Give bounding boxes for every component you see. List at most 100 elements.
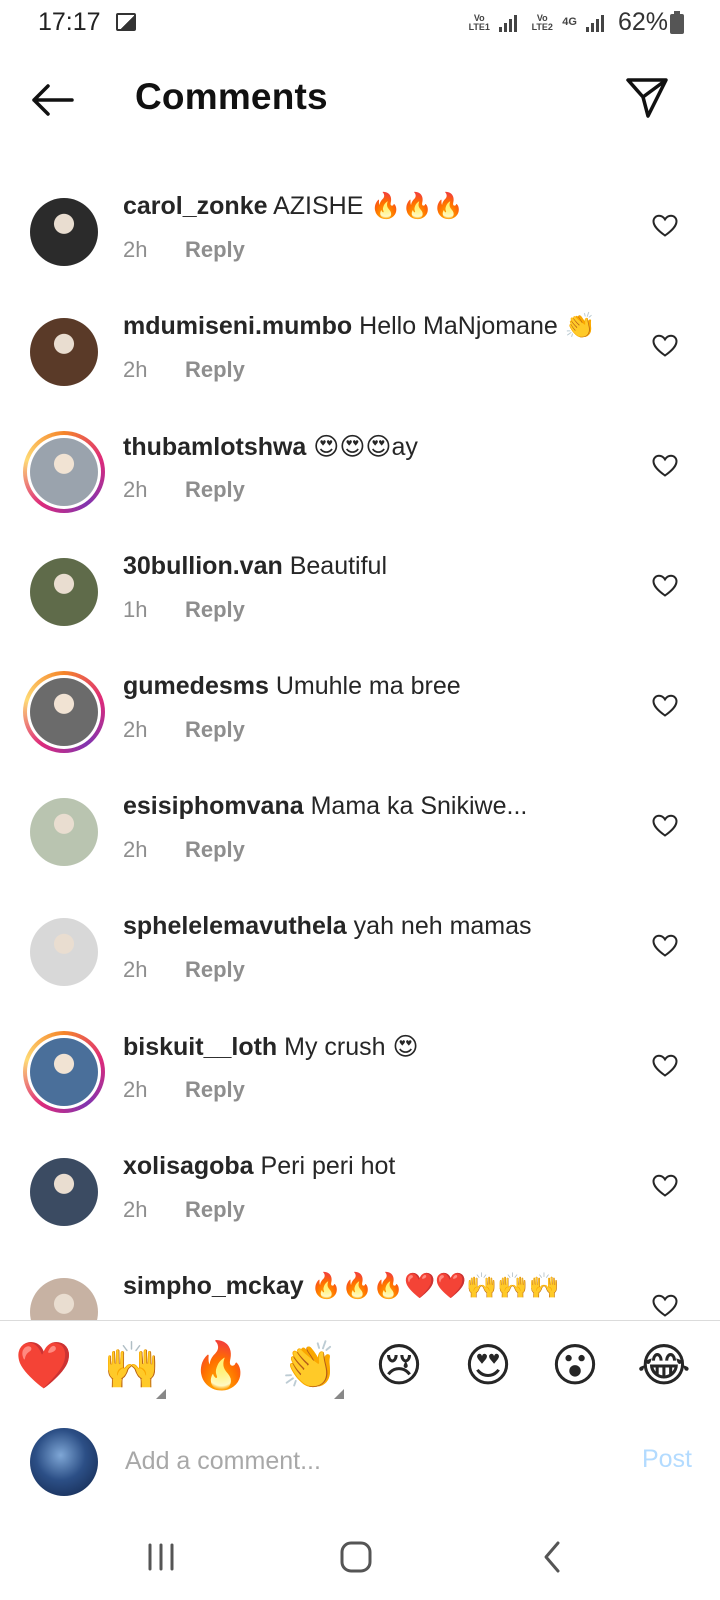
like-comment-button[interactable] bbox=[652, 694, 678, 718]
heart-emoji[interactable]: ❤️ bbox=[14, 1337, 74, 1393]
comment-meta: 2h Reply bbox=[123, 957, 245, 983]
back-button[interactable] bbox=[28, 80, 76, 120]
like-comment-button[interactable] bbox=[652, 214, 678, 238]
comment-item[interactable]: mdumiseni.mumbo Hello MaNjomane 👏 2h Reply bbox=[0, 300, 720, 420]
like-comment-button[interactable] bbox=[652, 1294, 678, 1318]
comment-item[interactable]: 30bullion.van Beautiful 1h Reply bbox=[0, 540, 720, 660]
comment-list[interactable]: carol_zonke AZISHE 🔥🔥🔥 2h Reply mdumiseni.m… bbox=[0, 180, 720, 1320]
comment-item[interactable]: biskuit__loth My crush 😍 2h Reply bbox=[0, 1020, 720, 1140]
comment-meta: 2h Reply bbox=[123, 837, 245, 863]
comment-time: 2h bbox=[123, 1197, 148, 1222]
recent-apps-button[interactable] bbox=[136, 1535, 186, 1579]
comment-item[interactable]: xolisagoba Peri peri hot 2h Reply bbox=[0, 1140, 720, 1260]
comment-username[interactable]: esisiphomvana bbox=[123, 792, 304, 820]
raising-hands-emoji[interactable]: 🙌 bbox=[102, 1337, 166, 1399]
avatar[interactable] bbox=[30, 198, 98, 266]
heart-eyes-emoji[interactable]: 😍 bbox=[458, 1337, 518, 1393]
reply-button[interactable]: Reply bbox=[185, 837, 245, 862]
like-comment-button[interactable] bbox=[652, 574, 678, 598]
comment-username[interactable]: sphelelemavuthela bbox=[123, 912, 347, 940]
comment-input[interactable] bbox=[123, 1437, 597, 1485]
crying-face-emoji[interactable]: 😢 bbox=[369, 1337, 429, 1393]
avatar[interactable] bbox=[23, 671, 105, 753]
comment-username[interactable]: mdumiseni.mumbo bbox=[123, 312, 352, 340]
like-comment-button[interactable] bbox=[652, 814, 678, 838]
comment-text: gumedesms Umuhle ma bree bbox=[123, 672, 461, 701]
clapping-hands-emoji[interactable]: 👏 bbox=[280, 1337, 344, 1399]
comment-username[interactable]: biskuit__loth bbox=[123, 1033, 277, 1061]
comment-item[interactable]: simpho_mckay 🔥🔥🔥❤️❤️🙌🙌🙌 bbox=[0, 1260, 720, 1320]
heart-icon bbox=[652, 1054, 678, 1077]
avatar[interactable] bbox=[30, 558, 98, 626]
heart-icon bbox=[652, 214, 678, 237]
comment-composer: Post bbox=[0, 1415, 720, 1515]
reply-button[interactable]: Reply bbox=[185, 597, 245, 622]
reply-button[interactable]: Reply bbox=[185, 477, 245, 502]
reply-button[interactable]: Reply bbox=[185, 357, 245, 382]
avatar[interactable] bbox=[30, 798, 98, 866]
comment-username[interactable]: thubamlotshwa bbox=[123, 433, 306, 461]
comment-username[interactable]: 30bullion.van bbox=[123, 552, 283, 580]
variant-indicator bbox=[334, 1389, 344, 1399]
comment-body: yah neh mamas bbox=[353, 912, 532, 940]
comment-body: AZISHE 🔥🔥🔥 bbox=[273, 192, 464, 220]
comment-text: sphelelemavuthela yah neh mamas bbox=[123, 912, 532, 941]
recent-apps-icon bbox=[148, 1543, 174, 1571]
comment-username[interactable]: simpho_mckay bbox=[123, 1272, 304, 1300]
comment-time: 2h bbox=[123, 477, 148, 502]
image-icon bbox=[116, 13, 136, 31]
comment-meta: 2h Reply bbox=[123, 237, 245, 263]
comment-meta: 1h Reply bbox=[123, 597, 245, 623]
reply-button[interactable]: Reply bbox=[185, 1197, 245, 1222]
comment-item[interactable]: carol_zonke AZISHE 🔥🔥🔥 2h Reply bbox=[0, 180, 720, 300]
quick-reaction-bar: ❤️ 🙌 🔥 👏 😢 😍 😮 😂 bbox=[0, 1320, 720, 1416]
post-button[interactable]: Post bbox=[642, 1445, 692, 1474]
comment-body: Mama ka Snikiwe... bbox=[310, 792, 528, 820]
heart-icon bbox=[652, 1294, 678, 1317]
home-button[interactable] bbox=[331, 1535, 381, 1579]
comment-meta: 2h Reply bbox=[123, 477, 245, 503]
surprised-face-emoji[interactable]: 😮 bbox=[545, 1337, 605, 1393]
battery-percent: 62% bbox=[617, 8, 668, 36]
heart-icon bbox=[652, 814, 678, 837]
comment-text: thubamlotshwa 😍😍😍ay bbox=[123, 432, 418, 462]
comment-text: mdumiseni.mumbo Hello MaNjomane 👏 bbox=[123, 312, 596, 341]
fire-emoji[interactable]: 🔥 bbox=[191, 1337, 251, 1393]
like-comment-button[interactable] bbox=[652, 454, 678, 478]
reply-button[interactable]: Reply bbox=[185, 237, 245, 262]
like-comment-button[interactable] bbox=[652, 1174, 678, 1198]
avatar[interactable] bbox=[30, 918, 98, 986]
comment-item[interactable]: thubamlotshwa 😍😍😍ay 2h Reply bbox=[0, 420, 720, 540]
share-button[interactable] bbox=[624, 74, 670, 120]
comment-meta: 2h Reply bbox=[123, 1197, 245, 1223]
arrow-left-icon bbox=[32, 84, 74, 116]
tears-of-joy-emoji-glyph: 😂 bbox=[637, 1339, 691, 1391]
comment-item[interactable]: sphelelemavuthela yah neh mamas 2h Reply bbox=[0, 900, 720, 1020]
comment-time: 2h bbox=[123, 717, 148, 742]
heart-icon bbox=[652, 574, 678, 597]
comment-item[interactable]: esisiphomvana Mama ka Snikiwe... 2h Reply bbox=[0, 780, 720, 900]
like-comment-button[interactable] bbox=[652, 934, 678, 958]
comment-text: xolisagoba Peri peri hot bbox=[123, 1152, 395, 1181]
reply-button[interactable]: Reply bbox=[185, 1077, 245, 1102]
comment-item[interactable]: gumedesms Umuhle ma bree 2h Reply bbox=[0, 660, 720, 780]
avatar[interactable] bbox=[30, 1158, 98, 1226]
sim1-label: Vo LTE1 bbox=[468, 12, 490, 32]
comment-username[interactable]: gumedesms bbox=[123, 672, 269, 700]
comment-body: 🔥🔥🔥❤️❤️🙌🙌🙌 bbox=[310, 1272, 560, 1300]
battery-icon bbox=[670, 11, 684, 34]
comment-username[interactable]: carol_zonke bbox=[123, 192, 268, 220]
comment-username[interactable]: xolisagoba bbox=[123, 1152, 254, 1180]
tears-of-joy-emoji[interactable]: 😂 bbox=[634, 1337, 694, 1393]
avatar[interactable] bbox=[23, 1031, 105, 1113]
reply-button[interactable]: Reply bbox=[185, 717, 245, 742]
nav-back-button[interactable] bbox=[528, 1535, 578, 1579]
avatar[interactable] bbox=[23, 431, 105, 513]
avatar[interactable] bbox=[30, 1278, 98, 1320]
like-comment-button[interactable] bbox=[652, 334, 678, 358]
like-comment-button[interactable] bbox=[652, 1054, 678, 1078]
comment-meta: 2h Reply bbox=[123, 1077, 245, 1103]
reply-button[interactable]: Reply bbox=[185, 957, 245, 982]
comment-text: biskuit__loth My crush 😍 bbox=[123, 1032, 419, 1062]
avatar[interactable] bbox=[30, 318, 98, 386]
